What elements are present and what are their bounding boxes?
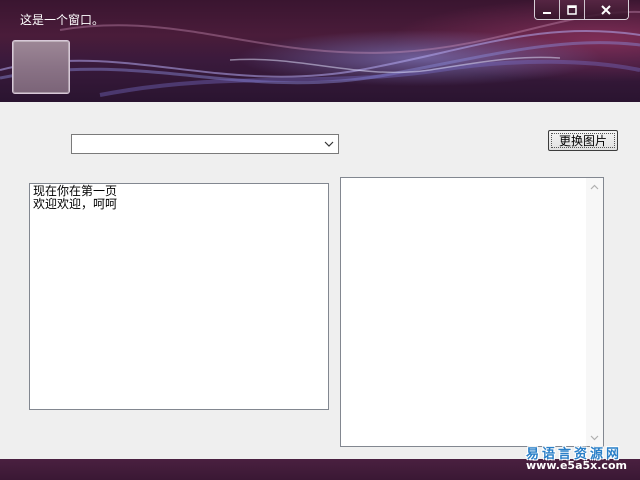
maximize-button[interactable] [560,0,585,19]
window-title: 这是一个窗口。 [20,13,105,27]
vertical-scrollbar[interactable] [586,178,603,446]
chevron-down-icon [590,435,599,440]
avatar[interactable] [12,40,70,94]
image-select-combobox[interactable] [71,134,339,154]
scroll-up-button[interactable] [586,178,603,195]
header-banner: 这是一个窗口。 [0,0,640,102]
picture-box[interactable] [340,177,604,447]
chevron-down-icon[interactable] [322,137,336,151]
minimize-button[interactable] [535,0,561,19]
close-button[interactable] [584,0,628,19]
change-image-button-label: 更换图片 [558,133,607,148]
change-image-button[interactable]: 更换图片 [548,130,618,151]
watermark-url: www.e5a5x.com [526,459,627,472]
minimize-icon [543,11,552,14]
chevron-up-icon [590,184,599,189]
window-controls [534,0,629,20]
maximize-icon [567,4,577,15]
close-icon [601,4,612,15]
text-area[interactable]: 现在你在第一页 欢迎欢迎，呵呵 [29,183,329,410]
text-line: 欢迎欢迎，呵呵 [33,197,118,211]
watermark: 易语言资源网 www.e5a5x.com [520,443,636,477]
